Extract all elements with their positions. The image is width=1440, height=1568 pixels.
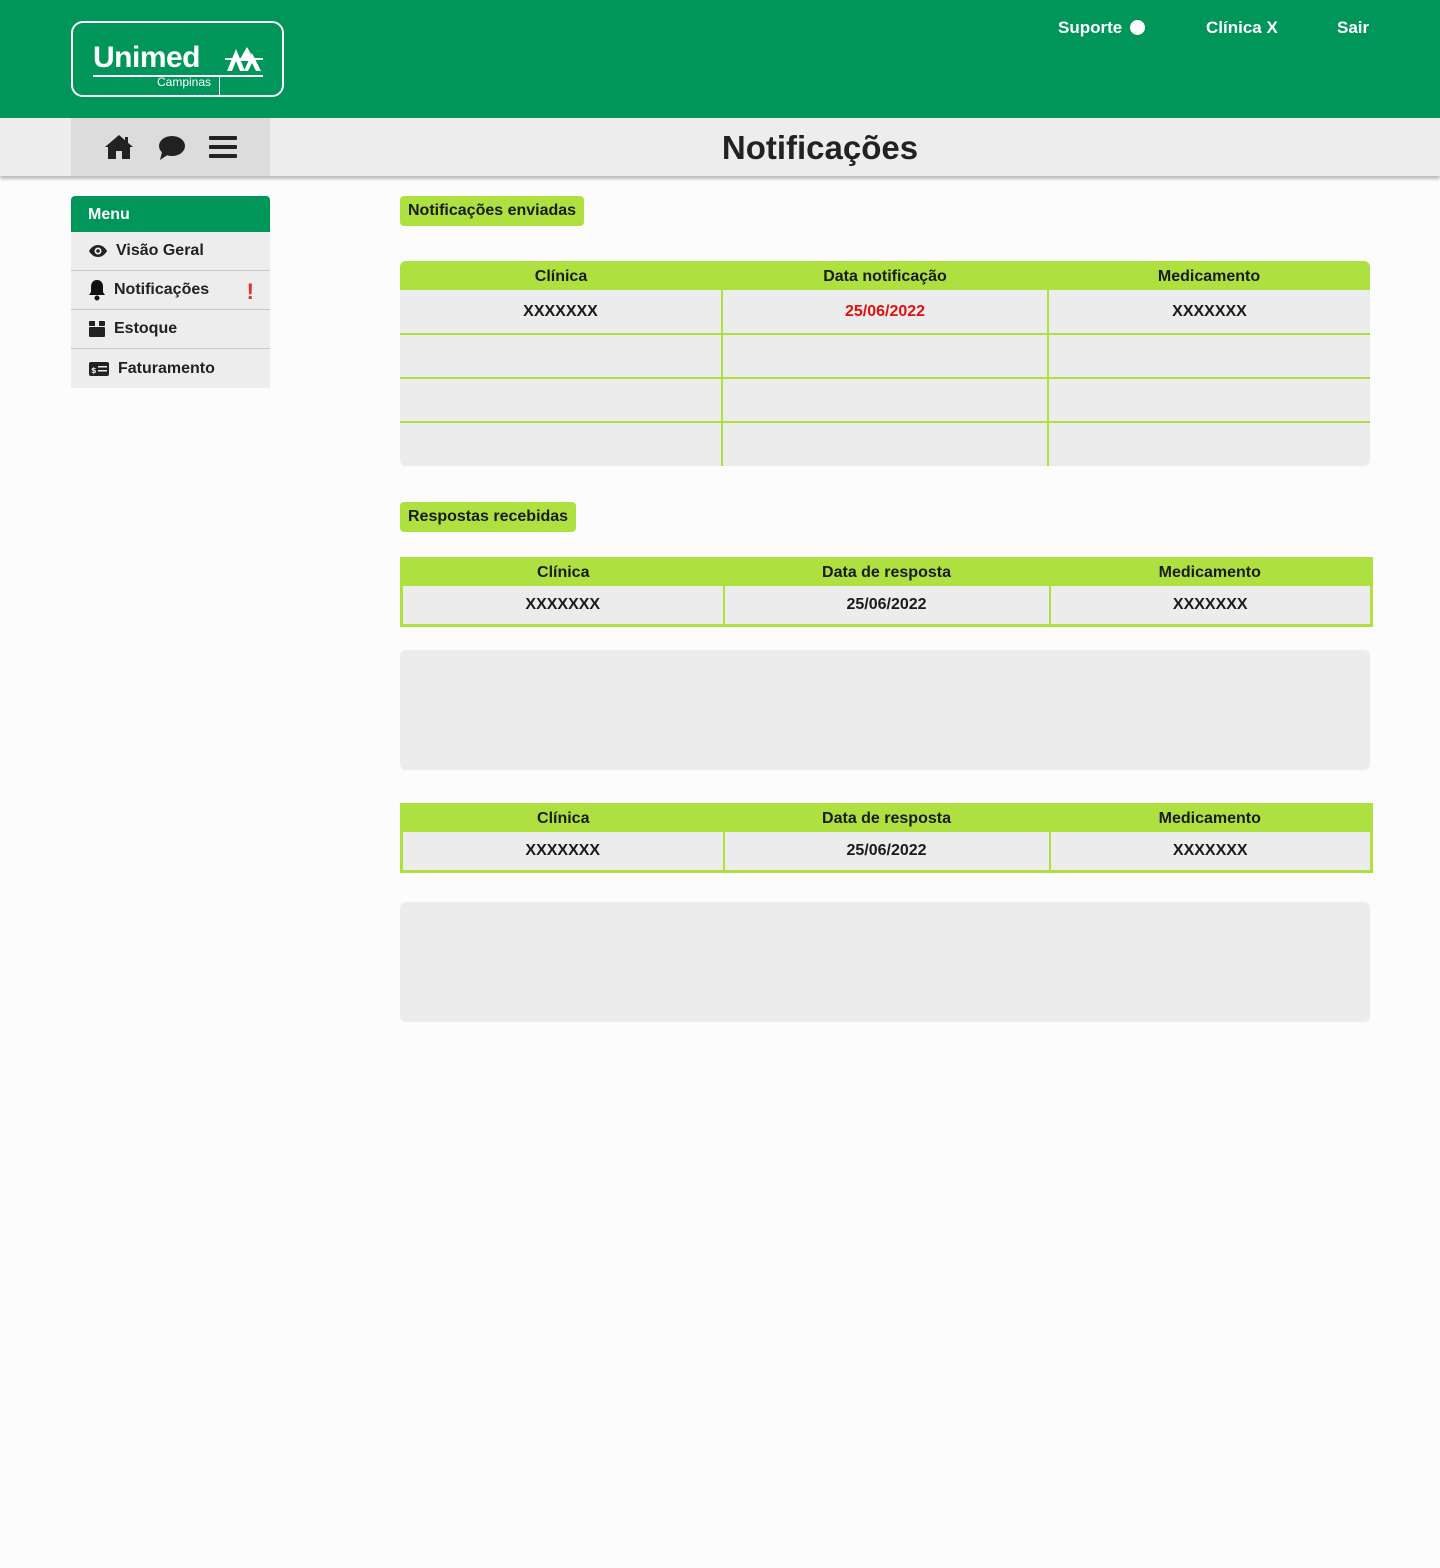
top-header: Unimed Campinas Suporte Clínica X Sair [0, 0, 1440, 118]
response-detail-panel[interactable] [400, 902, 1370, 1022]
eye-icon [89, 245, 107, 257]
table-row[interactable]: XXXXXXX 25/06/2022 XXXXXXX [400, 290, 1370, 335]
box-icon [89, 321, 105, 337]
column-header-medicamento[interactable]: Medicamento [1048, 261, 1370, 290]
billing-icon: $ [89, 361, 109, 376]
cell-data: 25/06/2022 [722, 586, 1050, 625]
logo-text: Unimed [93, 41, 201, 74]
svg-text:$: $ [91, 366, 97, 375]
logo-subtext: Campinas [157, 75, 212, 89]
logo-divider [219, 75, 220, 97]
sidebar-item-label: Faturamento [118, 359, 215, 377]
cell-data [721, 334, 1048, 379]
cell-data [721, 378, 1048, 423]
table-row[interactable] [400, 422, 1370, 466]
sidebar-menu: Menu Visão Geral Notificações ! Estoque … [71, 196, 270, 388]
column-header-clinica[interactable]: Clínica [401, 803, 724, 832]
cell-clinica: XXXXXXX [525, 841, 601, 859]
cell-clinica [400, 422, 722, 466]
sidebar-item-visao-geral[interactable]: Visão Geral [71, 232, 270, 271]
chat-icon[interactable] [157, 132, 187, 162]
cell-clinica: XXXXXXX [525, 595, 601, 613]
sent-notifications-label: Notificações enviadas [400, 196, 585, 226]
cell-data [721, 422, 1048, 466]
status-dot-icon [1130, 20, 1146, 35]
unimed-logo[interactable]: Unimed Campinas [71, 21, 284, 97]
sidebar-item-label: Notificações [114, 281, 210, 298]
sidebar-item-label: Estoque [114, 320, 178, 337]
cell-clinica [400, 378, 722, 423]
cell-medicamento: XXXXXXX [1048, 832, 1372, 871]
cell-data: 25/06/2022 [722, 832, 1050, 871]
quick-toolbar [71, 118, 270, 176]
sent-notifications-table: Clínica Data notificação Medicamento XXX… [400, 261, 1370, 466]
response-table-2: Clínica Data de resposta Medicamento XXX… [400, 803, 1373, 873]
sidebar-item-label: Visão Geral [116, 242, 204, 259]
cell-medicamento [1047, 334, 1370, 379]
cell-medicamento [1047, 378, 1370, 423]
title-bar: Notificações [0, 118, 1440, 176]
column-header-data[interactable]: Data de resposta [723, 557, 1050, 586]
sidebar-item-estoque[interactable]: Estoque [71, 310, 270, 349]
hamburger-menu-icon[interactable] [208, 132, 238, 162]
table-row[interactable]: XXXXXXX 25/06/2022 XXXXXXX [402, 586, 1372, 625]
column-header-medicamento[interactable]: Medicamento [1049, 557, 1372, 586]
bell-icon [89, 280, 105, 301]
logout-link[interactable]: Sair [1337, 18, 1369, 40]
home-icon[interactable] [104, 132, 134, 162]
sidebar-item-notificacoes[interactable]: Notificações ! [71, 271, 270, 310]
column-header-medicamento[interactable]: Medicamento [1049, 803, 1372, 832]
sidebar-item-faturamento[interactable]: $ Faturamento [71, 349, 270, 388]
table-header-row: Clínica Data notificação Medicamento [400, 261, 1370, 290]
unimed-tree-icon [225, 47, 263, 71]
response-table-1: Clínica Data de resposta Medicamento XXX… [400, 557, 1373, 627]
table-header-row: Clínica Data de resposta Medicamento [401, 557, 1372, 586]
cell-medicamento [1047, 422, 1370, 466]
alert-badge: ! [246, 279, 254, 304]
page-title: Notificações [721, 129, 919, 166]
support-link[interactable]: Suporte [1058, 18, 1146, 40]
table-header-row: Clínica Data de resposta Medicamento [401, 803, 1372, 832]
cell-data: 25/06/2022 [721, 290, 1048, 335]
response-detail-panel[interactable] [400, 650, 1370, 770]
column-header-data[interactable]: Data notificação [722, 261, 1048, 290]
menu-heading: Menu [71, 196, 270, 232]
cell-medicamento: XXXXXXX [1047, 290, 1370, 335]
received-responses-label: Respostas recebidas [400, 502, 577, 532]
column-header-clinica[interactable]: Clínica [400, 261, 722, 290]
support-label: Suporte [1058, 18, 1123, 37]
cell-clinica: XXXXXXX [400, 290, 722, 335]
clinic-link[interactable]: Clínica X [1206, 18, 1278, 40]
column-header-clinica[interactable]: Clínica [401, 557, 724, 586]
table-row[interactable] [400, 334, 1370, 379]
cell-medicamento: XXXXXXX [1048, 586, 1372, 625]
table-row[interactable] [400, 378, 1370, 423]
cell-clinica [400, 334, 722, 379]
column-header-data[interactable]: Data de resposta [723, 803, 1050, 832]
table-row[interactable]: XXXXXXX 25/06/2022 XXXXXXX [402, 832, 1372, 871]
